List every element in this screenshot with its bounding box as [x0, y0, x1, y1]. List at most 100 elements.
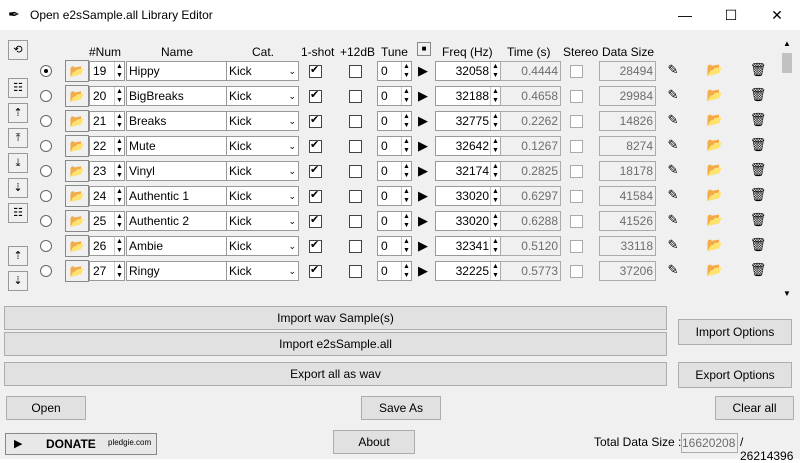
- stepper-arrows-icon[interactable]: ▲ ▼: [490, 87, 500, 105]
- row-select-radio[interactable]: [40, 265, 52, 277]
- play-icon[interactable]: ▶: [415, 213, 431, 229]
- name-field[interactable]: Mute: [126, 136, 227, 156]
- num-stepper[interactable]: 24 ▲ ▼: [89, 186, 125, 206]
- category-select[interactable]: Kick ⌄: [226, 136, 299, 156]
- clear-all-button[interactable]: Clear all: [715, 396, 794, 420]
- stepper-arrows-icon[interactable]: ▲ ▼: [114, 187, 124, 205]
- insert-down-icon[interactable]: ⇣: [8, 271, 28, 291]
- name-field[interactable]: Hippy: [126, 61, 227, 81]
- folder-icon[interactable]: 📂: [65, 85, 89, 107]
- row-select-radio[interactable]: [40, 215, 52, 227]
- move-bottom-icon[interactable]: ⤓: [8, 153, 28, 173]
- row-select-radio[interactable]: [40, 65, 52, 77]
- import-wav-button[interactable]: Import wav Sample(s): [4, 306, 667, 330]
- export-options-button[interactable]: Export Options: [678, 362, 792, 388]
- oneshot-checkbox[interactable]: [309, 238, 322, 253]
- category-select[interactable]: Kick ⌄: [226, 111, 299, 131]
- row-select-radio[interactable]: [40, 115, 52, 127]
- folder-icon[interactable]: 📂: [65, 260, 89, 282]
- category-select[interactable]: Kick ⌄: [226, 211, 299, 231]
- stepper-arrows-icon[interactable]: ▲ ▼: [401, 237, 411, 255]
- name-field[interactable]: Breaks: [126, 111, 227, 131]
- folder-icon[interactable]: 📂: [65, 160, 89, 182]
- close-button[interactable]: ✕: [754, 0, 800, 30]
- stepper-arrows-icon[interactable]: ▲ ▼: [114, 87, 124, 105]
- category-select[interactable]: Kick ⌄: [226, 186, 299, 206]
- folder-import-icon[interactable]: 📂: [705, 235, 725, 255]
- oneshot-checkbox[interactable]: [309, 88, 322, 103]
- move-up-icon[interactable]: ⇡: [8, 103, 28, 123]
- refresh-icon[interactable]: ⟲: [8, 40, 28, 60]
- tune-stepper[interactable]: 0 ▲ ▼: [377, 161, 412, 181]
- stop-button[interactable]: ■: [417, 42, 431, 56]
- folder-icon[interactable]: 📂: [65, 235, 89, 257]
- stepper-arrows-icon[interactable]: ▲ ▼: [490, 262, 500, 280]
- play-icon[interactable]: ▶: [415, 88, 431, 104]
- edit-icon[interactable]: ✎: [663, 85, 683, 105]
- row-select-radio[interactable]: [40, 165, 52, 177]
- edit-icon[interactable]: ✎: [663, 260, 683, 280]
- category-select[interactable]: Kick ⌄: [226, 261, 299, 281]
- freq-stepper[interactable]: 32775 ▲ ▼: [435, 111, 501, 131]
- plus12db-checkbox[interactable]: [349, 240, 362, 253]
- folder-import-icon[interactable]: 📂: [705, 85, 725, 105]
- folder-import-icon[interactable]: 📂: [705, 185, 725, 205]
- edit-icon[interactable]: ✎: [663, 60, 683, 80]
- freq-stepper[interactable]: 32174 ▲ ▼: [435, 161, 501, 181]
- save-as-button[interactable]: Save As: [361, 396, 441, 420]
- trash-icon[interactable]: 🗑: [748, 235, 768, 255]
- tune-stepper[interactable]: 0 ▲ ▼: [377, 86, 412, 106]
- name-field[interactable]: BigBreaks: [126, 86, 227, 106]
- folder-icon[interactable]: 📂: [65, 60, 89, 82]
- folder-import-icon[interactable]: 📂: [705, 210, 725, 230]
- tune-stepper[interactable]: 0 ▲ ▼: [377, 236, 412, 256]
- num-stepper[interactable]: 26 ▲ ▼: [89, 236, 125, 256]
- scroll-thumb[interactable]: [782, 53, 792, 73]
- num-stepper[interactable]: 21 ▲ ▼: [89, 111, 125, 131]
- move-top-icon[interactable]: ⤒: [8, 128, 28, 148]
- category-select[interactable]: Kick ⌄: [226, 236, 299, 256]
- num-stepper[interactable]: 22 ▲ ▼: [89, 136, 125, 156]
- stepper-arrows-icon[interactable]: ▲ ▼: [401, 212, 411, 230]
- folder-icon[interactable]: 📂: [65, 185, 89, 207]
- folder-icon[interactable]: 📂: [65, 135, 89, 157]
- trash-icon[interactable]: 🗑: [748, 260, 768, 280]
- folder-import-icon[interactable]: 📂: [705, 160, 725, 180]
- stepper-arrows-icon[interactable]: ▲ ▼: [490, 62, 500, 80]
- plus12db-checkbox[interactable]: [349, 165, 362, 178]
- freq-stepper[interactable]: 33020 ▲ ▼: [435, 211, 501, 231]
- stepper-arrows-icon[interactable]: ▲ ▼: [490, 187, 500, 205]
- plus12db-checkbox[interactable]: [349, 215, 362, 228]
- tune-stepper[interactable]: 0 ▲ ▼: [377, 186, 412, 206]
- stepper-arrows-icon[interactable]: ▲ ▼: [114, 162, 124, 180]
- import-options-button[interactable]: Import Options: [678, 319, 792, 345]
- maximize-button[interactable]: ☐: [708, 0, 754, 30]
- stepper-arrows-icon[interactable]: ▲ ▼: [401, 112, 411, 130]
- stepper-arrows-icon[interactable]: ▲ ▼: [490, 212, 500, 230]
- row-select-radio[interactable]: [40, 240, 52, 252]
- category-select[interactable]: Kick ⌄: [226, 86, 299, 106]
- folder-import-icon[interactable]: 📂: [705, 110, 725, 130]
- num-stepper[interactable]: 23 ▲ ▼: [89, 161, 125, 181]
- plus12db-checkbox[interactable]: [349, 140, 362, 153]
- trash-icon[interactable]: 🗑: [748, 160, 768, 180]
- num-stepper[interactable]: 20 ▲ ▼: [89, 86, 125, 106]
- category-select[interactable]: Kick ⌄: [226, 61, 299, 81]
- play-icon[interactable]: ▶: [415, 63, 431, 79]
- open-button[interactable]: Open: [6, 396, 86, 420]
- oneshot-checkbox[interactable]: [309, 188, 322, 203]
- donate-button[interactable]: ▶ DONATE pledgie.com: [5, 433, 157, 455]
- edit-icon[interactable]: ✎: [663, 135, 683, 155]
- oneshot-checkbox[interactable]: [309, 138, 322, 153]
- trash-icon[interactable]: 🗑: [748, 85, 768, 105]
- num-stepper[interactable]: 25 ▲ ▼: [89, 211, 125, 231]
- trash-icon[interactable]: 🗑: [748, 60, 768, 80]
- freq-stepper[interactable]: 32058 ▲ ▼: [435, 61, 501, 81]
- stepper-arrows-icon[interactable]: ▲ ▼: [114, 237, 124, 255]
- edit-icon[interactable]: ✎: [663, 210, 683, 230]
- tune-stepper[interactable]: 0 ▲ ▼: [377, 261, 412, 281]
- tune-stepper[interactable]: 0 ▲ ▼: [377, 111, 412, 131]
- freq-stepper[interactable]: 32341 ▲ ▼: [435, 236, 501, 256]
- name-field[interactable]: Authentic 1: [126, 186, 227, 206]
- plus12db-checkbox[interactable]: [349, 265, 362, 278]
